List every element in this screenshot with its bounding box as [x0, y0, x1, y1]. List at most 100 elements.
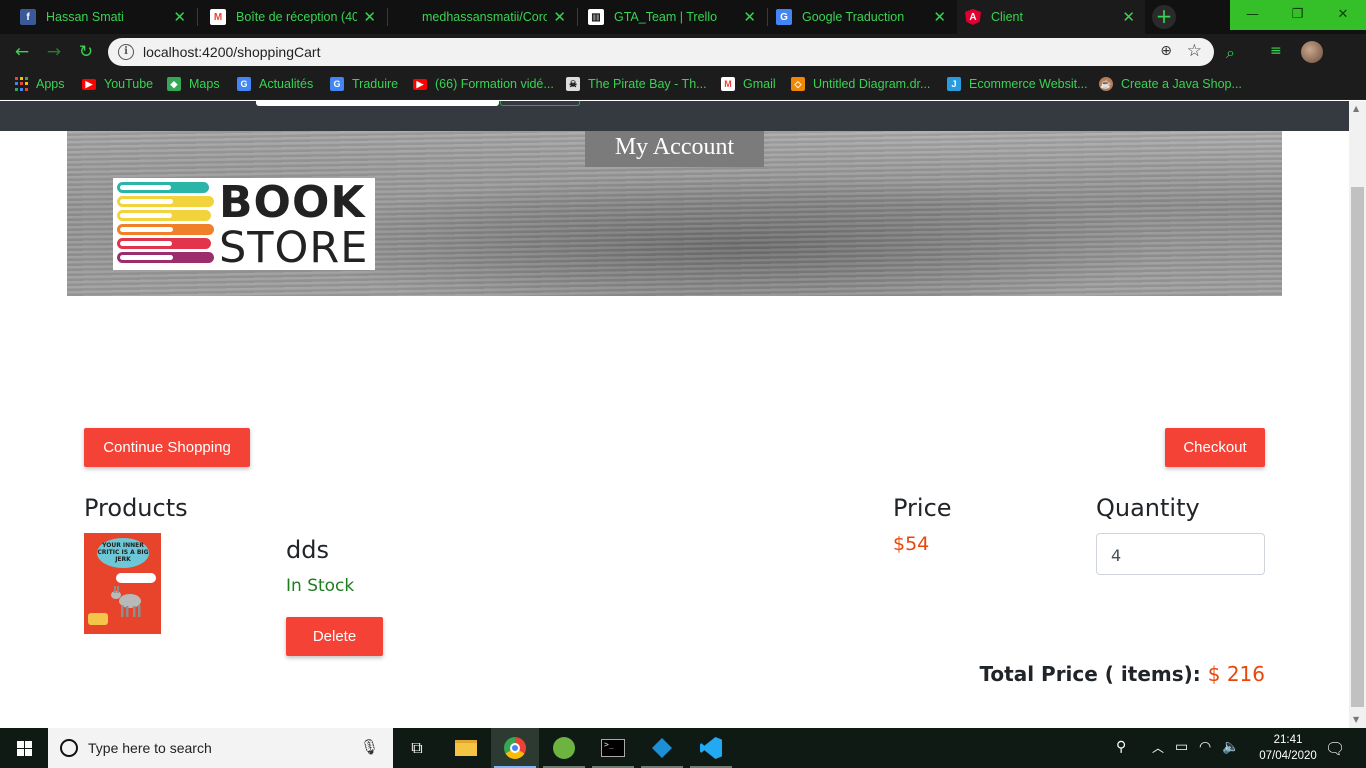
- spring-leaf-icon: [553, 737, 575, 759]
- forward-arrow-icon[interactable]: →: [43, 42, 65, 62]
- new-tab-button[interactable]: +: [1152, 5, 1176, 29]
- start-button[interactable]: [0, 728, 48, 768]
- bookmark-actualites[interactable]: G Actualités: [237, 77, 313, 91]
- bookmark-pirate-bay[interactable]: ☠ The Pirate Bay - Th...: [566, 77, 707, 91]
- close-tab-icon[interactable]: ✕: [743, 8, 756, 26]
- show-hidden-icons-chevron-icon[interactable]: ︿: [1152, 739, 1164, 756]
- gmail-icon: M: [210, 9, 226, 25]
- tab-title: Client: [991, 10, 1023, 24]
- bookmarks-bar: Apps ▶ YouTube ◆ Maps G Actualités G Tra…: [0, 70, 1366, 100]
- drawio-icon: ◇: [791, 77, 805, 91]
- taskbar-search-box[interactable]: Type here to search 🎙: [48, 728, 393, 768]
- bookmark-java-shop[interactable]: ☕ Create a Java Shop...: [1099, 77, 1242, 91]
- info-icon[interactable]: i: [118, 44, 134, 60]
- google-translate-icon: G: [330, 77, 344, 91]
- close-window-button[interactable]: ✕: [1320, 0, 1366, 30]
- battery-icon[interactable]: ▭: [1175, 739, 1188, 755]
- bookmark-formation-video[interactable]: ▶ (66) Formation vidé...: [413, 77, 554, 91]
- spring-tool-button[interactable]: [540, 728, 588, 768]
- wifi-icon[interactable]: ◠: [1199, 739, 1211, 755]
- close-tab-icon[interactable]: ✕: [173, 8, 186, 26]
- delete-button[interactable]: Delete: [286, 617, 383, 656]
- close-tab-icon[interactable]: ✕: [363, 8, 376, 26]
- scroll-down-arrow-icon[interactable]: ▼: [1353, 715, 1359, 724]
- checkout-button[interactable]: Checkout: [1165, 428, 1265, 467]
- minimize-window-button[interactable]: —: [1230, 0, 1275, 30]
- bookmark-traduire[interactable]: G Traduire: [330, 77, 398, 91]
- bookmark-label: Untitled Diagram.dr...: [813, 77, 931, 91]
- bookmark-ecommerce[interactable]: J Ecommerce Websit...: [947, 77, 1088, 91]
- chrome-taskbar-button[interactable]: [491, 728, 539, 768]
- microphone-icon[interactable]: 🎙: [360, 738, 379, 756]
- bookstore-logo[interactable]: BOOK STORE: [113, 177, 375, 273]
- j-icon: J: [947, 77, 961, 91]
- continue-shopping-button[interactable]: Continue Shopping: [84, 428, 250, 467]
- cover-title-text: YOUR INNER CRITIC IS A BIG JERK: [97, 538, 149, 568]
- zoom-icon[interactable]: ⊕: [1160, 43, 1172, 59]
- close-tab-icon[interactable]: ✕: [553, 8, 566, 26]
- cortana-icon: [60, 739, 78, 757]
- bookmark-drawio[interactable]: ◇ Untitled Diagram.dr...: [791, 77, 930, 91]
- product-cover-image[interactable]: YOUR INNER CRITIC IS A BIG JERK: [84, 533, 161, 634]
- quantity-input[interactable]: 4: [1096, 533, 1265, 575]
- media-queue-icon[interactable]: ≡: [1270, 43, 1282, 59]
- close-tab-icon[interactable]: ✕: [933, 8, 946, 26]
- file-explorer-button[interactable]: [442, 728, 490, 768]
- bookmark-gmail[interactable]: M Gmail: [721, 77, 776, 91]
- app-taskbar-button[interactable]: [638, 728, 686, 768]
- logo-stripe: [117, 224, 214, 235]
- google-news-icon: G: [237, 77, 251, 91]
- vscode-button[interactable]: [687, 728, 735, 768]
- product-price: $54: [893, 533, 930, 555]
- facebook-icon: f: [20, 9, 36, 25]
- back-arrow-icon[interactable]: ←: [11, 42, 33, 62]
- bookmark-maps[interactable]: ◆ Maps: [167, 77, 220, 91]
- scrollbar-thumb[interactable]: [1351, 187, 1364, 707]
- bookmark-label: Create a Java Shop...: [1121, 77, 1242, 91]
- tab-github[interactable]: medhassansmatii/Coron ✕: [388, 0, 576, 34]
- tab-title: Hassan Smati: [46, 10, 124, 24]
- bookmark-label: Apps: [36, 77, 65, 91]
- bookmark-label: Gmail: [743, 77, 776, 91]
- people-icon[interactable]: ⚲: [1116, 739, 1126, 755]
- bookmark-label: (66) Formation vidé...: [435, 77, 554, 91]
- close-tab-icon[interactable]: ✕: [1122, 8, 1135, 26]
- product-title[interactable]: dds: [286, 536, 329, 564]
- url-text[interactable]: localhost:4200/shoppingCart: [143, 44, 320, 60]
- task-view-button[interactable]: ⧉: [393, 728, 441, 768]
- products-heading: Products: [84, 494, 188, 522]
- system-clock[interactable]: 21:41 07/04/2020: [1258, 732, 1318, 764]
- donkey-illustration: [111, 586, 141, 617]
- browser-tab-strip: f Hassan Smati ✕ M Boîte de réception (4…: [0, 0, 1366, 34]
- bookmark-label: The Pirate Bay - Th...: [588, 77, 707, 91]
- bookmark-star-icon[interactable]: ☆: [1187, 41, 1202, 61]
- vscode-icon: [700, 737, 722, 759]
- volume-icon[interactable]: 🔈: [1222, 739, 1239, 755]
- terminal-button[interactable]: >_: [589, 728, 637, 768]
- bookmark-apps[interactable]: Apps: [14, 77, 65, 91]
- tab-trello[interactable]: ▥ GTA_Team | Trello ✕: [578, 0, 766, 34]
- tab-facebook[interactable]: f Hassan Smati ✕: [0, 0, 196, 34]
- navbar-search-button[interactable]: [500, 101, 580, 106]
- header-banner: My Account BOOK STORE: [67, 131, 1282, 296]
- taskbar-search-placeholder: Type here to search: [88, 740, 212, 756]
- my-account-link[interactable]: My Account: [585, 131, 764, 167]
- page-scrollbar[interactable]: ▲ ▼: [1349, 101, 1366, 728]
- clock-time: 21:41: [1273, 734, 1303, 746]
- folder-icon: [455, 740, 477, 756]
- bookmark-youtube[interactable]: ▶ YouTube: [82, 77, 153, 91]
- restore-window-button[interactable]: ❐: [1275, 0, 1320, 30]
- logo-stripe: [117, 182, 209, 193]
- reload-icon[interactable]: ↻: [75, 42, 97, 62]
- tab-google-translate[interactable]: G Google Traduction ✕: [768, 0, 956, 34]
- search-icon[interactable]: ⌕: [1226, 43, 1235, 63]
- address-bar[interactable]: i localhost:4200/shoppingCart ⊕ ☆: [108, 38, 1214, 66]
- bookmark-label: YouTube: [104, 77, 154, 91]
- profile-avatar[interactable]: [1301, 41, 1323, 63]
- action-center-icon[interactable]: 🗨: [1325, 739, 1345, 758]
- tab-client[interactable]: A Client ✕: [957, 0, 1145, 34]
- logo-stripe: [117, 238, 211, 249]
- tab-gmail[interactable]: M Boîte de réception (405 ✕: [198, 0, 386, 34]
- scroll-up-arrow-icon[interactable]: ▲: [1353, 104, 1359, 113]
- navbar-search-input[interactable]: [256, 101, 499, 106]
